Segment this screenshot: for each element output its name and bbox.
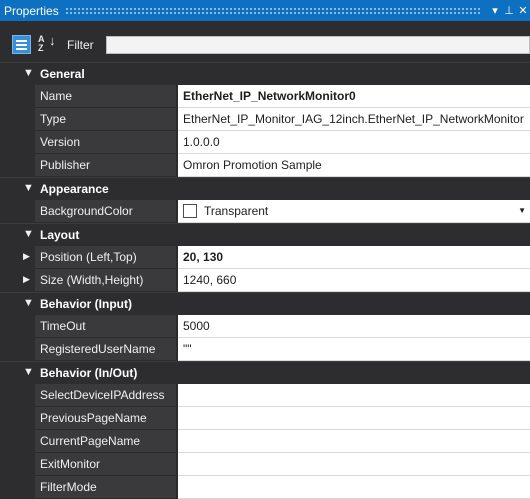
property-name: Size (Width,Height)	[35, 269, 176, 292]
sort-alphabetical-icon[interactable]: A Z ↓	[38, 34, 58, 54]
property-name: TimeOut	[35, 315, 176, 338]
property-row-publisher[interactable]: Publisher Omron Promotion Sample	[0, 154, 530, 177]
property-row-registeredusername[interactable]: RegisteredUserName ""	[0, 338, 530, 361]
property-value: 1.0.0.0	[178, 131, 530, 154]
property-row-size[interactable]: ▶ Size (Width,Height) 1240, 660	[0, 269, 530, 292]
property-name: Name	[35, 85, 176, 108]
property-row-currentpagename[interactable]: CurrentPageName	[0, 430, 530, 453]
drag-grip[interactable]	[64, 6, 480, 15]
property-name: BackgroundColor	[35, 200, 176, 223]
property-value[interactable]: 20, 130	[178, 246, 530, 269]
property-row-selectdeviceipaddress[interactable]: SelectDeviceIPAddress	[0, 384, 530, 407]
property-name: FilterMode	[35, 476, 176, 499]
expand-icon[interactable]: ▶	[23, 251, 30, 262]
property-value[interactable]	[178, 453, 530, 476]
properties-toolbar: A Z ↓ Filter	[0, 21, 530, 67]
property-name: Version	[35, 131, 176, 154]
property-row-filtermode[interactable]: FilterMode	[0, 476, 530, 499]
category-general[interactable]: ▼ General	[0, 62, 530, 85]
property-row-timeout[interactable]: TimeOut 5000	[0, 315, 530, 338]
property-value[interactable]	[178, 476, 530, 499]
category-layout[interactable]: ▼ Layout	[0, 223, 530, 246]
dropdown-icon[interactable]: ▾	[488, 4, 502, 17]
property-row-backgroundcolor[interactable]: BackgroundColor Transparent ▼	[0, 200, 530, 223]
property-row-position[interactable]: ▶ Position (Left,Top) 20, 130	[0, 246, 530, 269]
property-row-name[interactable]: Name EtherNet_IP_NetworkMonitor0	[0, 85, 530, 108]
expand-icon[interactable]: ▶	[23, 274, 30, 285]
property-name: PreviousPageName	[35, 407, 176, 430]
property-row-exitmonitor[interactable]: ExitMonitor	[0, 453, 530, 476]
property-row-version[interactable]: Version 1.0.0.0	[0, 131, 530, 154]
color-swatch	[183, 203, 197, 218]
property-value: Omron Promotion Sample	[178, 154, 530, 177]
property-grid: ▼ General Name EtherNet_IP_NetworkMonito…	[0, 62, 530, 499]
property-value[interactable]: 5000	[178, 315, 530, 338]
property-value[interactable]: EtherNet_IP_NetworkMonitor0	[178, 85, 530, 108]
collapse-icon[interactable]: ▼	[23, 67, 34, 79]
panel-title: Properties	[4, 3, 59, 18]
property-value[interactable]: 1240, 660	[178, 269, 530, 292]
property-name: Publisher	[35, 154, 176, 177]
dropdown-arrow-icon[interactable]: ▼	[518, 200, 526, 222]
category-behavior-input[interactable]: ▼ Behavior (Input)	[0, 292, 530, 315]
property-value[interactable]	[178, 430, 530, 453]
category-behavior-inout[interactable]: ▼ Behavior (In/Out)	[0, 361, 530, 384]
property-value[interactable]: ""	[178, 338, 530, 361]
property-name: RegisteredUserName	[35, 338, 176, 361]
property-name: ExitMonitor	[35, 453, 176, 476]
property-row-type[interactable]: Type EtherNet_IP_Monitor_IAG_12inch.Ethe…	[0, 108, 530, 131]
filter-input[interactable]	[106, 36, 530, 54]
close-icon[interactable]: ✕	[516, 4, 530, 17]
property-row-previouspagename[interactable]: PreviousPageName	[0, 407, 530, 430]
property-value: EtherNet_IP_Monitor_IAG_12inch.EtherNet_…	[178, 108, 530, 131]
collapse-icon[interactable]: ▼	[23, 297, 34, 309]
property-name: SelectDeviceIPAddress	[35, 384, 176, 407]
properties-title-bar: Properties ▾ ⊥ ✕	[0, 0, 530, 21]
property-name: Position (Left,Top)	[35, 246, 176, 269]
property-name: Type	[35, 108, 176, 131]
pin-icon[interactable]: ⊥	[502, 4, 516, 17]
filter-label: Filter	[67, 38, 94, 52]
property-value[interactable]	[178, 407, 530, 430]
property-value: Transparent	[204, 204, 269, 218]
collapse-icon[interactable]: ▼	[23, 366, 34, 378]
collapse-icon[interactable]: ▼	[23, 182, 34, 194]
color-dropdown[interactable]: Transparent ▼	[178, 200, 530, 223]
property-name: CurrentPageName	[35, 430, 176, 453]
property-value[interactable]	[178, 384, 530, 407]
categorized-view-icon[interactable]	[12, 35, 31, 54]
collapse-icon[interactable]: ▼	[23, 228, 34, 240]
category-appearance[interactable]: ▼ Appearance	[0, 177, 530, 200]
